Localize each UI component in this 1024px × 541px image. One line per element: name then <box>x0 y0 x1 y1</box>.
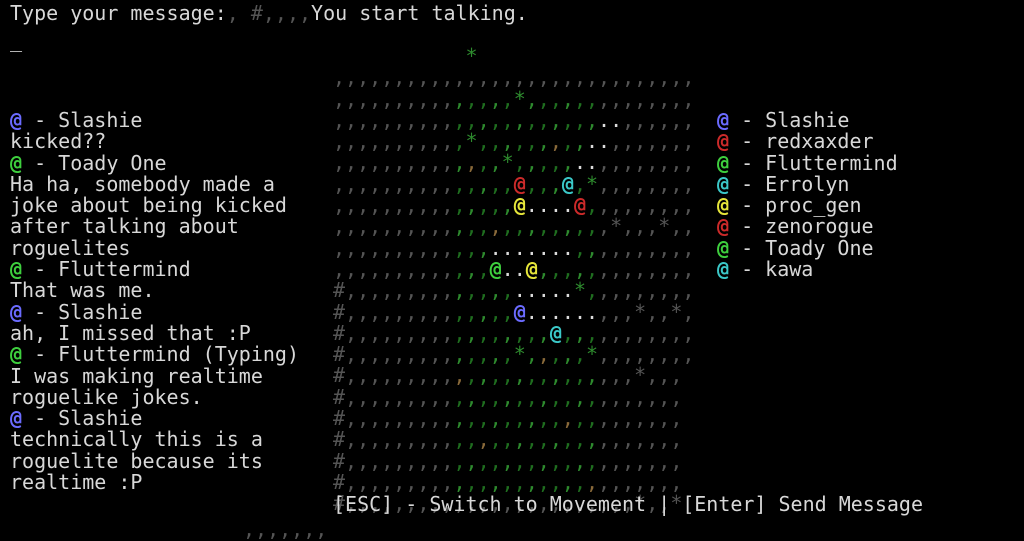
roster-item: @ - proc_gen <box>717 195 898 216</box>
chat-message-line: kicked?? <box>10 131 299 152</box>
chat-author-line: @ - Slashie <box>10 408 299 429</box>
roster-item: @ - redxaxder <box>717 131 898 152</box>
map-row: ,,,,,,,,,,,*,,,,,,,,,..,,,,,,, <box>333 131 694 152</box>
map-row: ,,,,,,,,,,,,,.......,,,,,,,,,, <box>333 237 694 259</box>
chat-author-line: @ - Slashie <box>10 301 299 323</box>
chat-message-line: I was making realtime <box>10 365 299 387</box>
chat-message-line: ah, I missed that :P <box>10 322 299 344</box>
chat-message-line: joke about being kicked <box>10 195 299 216</box>
text-cursor[interactable]: _ <box>10 29 22 51</box>
roster-item: @ - Errolyn <box>717 173 898 195</box>
map-row: #,,,,,,,,,,,,,,,,,,,,,,,,,,,, <box>333 429 694 450</box>
map-row: ,,,,,,,,,,,,,,,*,,,,,,,,,,,,,, <box>333 88 694 110</box>
map-edge-decor: ,,,,,,, <box>243 517 328 541</box>
map-row: #,,,,,,,,,,,,,,,,,@,,,,,,,,,,, <box>333 322 694 344</box>
prompt-label: Type your message: <box>10 1 227 25</box>
chat-author-line: @ - Toady One <box>10 152 299 174</box>
map-row: #,,,,,,,,,,,,,,,,,,,,,,,,,,,, <box>333 471 694 493</box>
game-map: * ,,,,,,,,,,,,,,,,,,,,,,,,,,,,,,,,,,,,,,… <box>333 45 694 515</box>
player-roster: @ - Slashie @ - redxaxder @ - Fluttermind @… <box>717 109 898 282</box>
map-row: ,,,,,,,,,,,,,,,,,,,,,,,,,,,,,, <box>333 67 694 88</box>
map-row: #,,,,,,,,,,,,,,,,,,,,,,,,*,,, <box>333 365 694 386</box>
chat-message-line: roguelite because its <box>10 450 299 472</box>
map-row: #,,,,,,,,,,,,,,,,,,,,,,,,,,,, <box>333 386 694 408</box>
chat-message-line: That was me. <box>10 280 299 301</box>
player-at-icon: @ <box>717 257 730 282</box>
map-row: ,,,,,,,,,,,,,,,@,,,@,*,,,,,,,, <box>333 173 694 195</box>
map-row: ,,,,,,,,,,,,,,,,,,,,,,..,,,,,, <box>333 109 694 131</box>
roster-item: @ - Toady One <box>717 237 898 259</box>
chat-message-line: technically this is a <box>10 429 299 450</box>
status-notice: You start talking. <box>311 1 528 25</box>
map-row: #,,,,,,,,,,,,,,@......,,,*,,*, <box>333 301 694 323</box>
roster-item: @ - kawa <box>717 257 898 282</box>
chat-message-line: realtime :P <box>10 470 299 495</box>
message-prompt[interactable]: Type your message:, #,,,,You start talki… <box>10 1 528 25</box>
chat-author-line: @ - Fluttermind <box>10 258 299 280</box>
roster-item: @ - Fluttermind <box>717 152 898 174</box>
map-row: ,,,,,,,,,,,,,,,@....@,,,,,,,,, <box>333 194 694 216</box>
key-help-bar: [ESC] - Switch to Movement | [Enter] Sen… <box>333 492 924 516</box>
chat-text: realtime :P <box>10 470 143 495</box>
chat-author-line: @ - Slashie <box>10 109 299 131</box>
chat-message-line: roguelites <box>10 237 299 259</box>
map-row: ,,,,,,,,,,,,,,,,,,,,,,,*,,,*,, <box>333 216 694 237</box>
map-row: #,,,,,,,,,,,,,,.....*,,,,,,,,, <box>333 280 694 301</box>
map-row: #,,,,,,,,,,,,,,,,,,,,,,,,,,,, <box>333 407 694 429</box>
map-row: ,,,,,,,,,,,,,,*,,,,,..,,,,,,,, <box>333 152 694 173</box>
prompt-decor: , #,,,, <box>226 1 312 25</box>
map-row: * <box>333 45 694 67</box>
map-row: ,,,,,,,,,,,,,@..@,,,,,,,,,,,,, <box>333 258 694 280</box>
roster-name: - kawa <box>729 257 814 282</box>
roster-item: @ - zenorogue <box>717 216 898 237</box>
roster-item: @ - Slashie <box>717 109 898 131</box>
map-row: #,,,,,,,,,,,,,,,,,,,,,,,,,,,, <box>333 450 694 472</box>
chat-message-line: after talking about <box>10 216 299 237</box>
chat-author-line: @ - Fluttermind (Typing) <box>10 344 299 365</box>
chat-message-line: roguelike jokes. <box>10 386 299 408</box>
chat-message-line: Ha ha, somebody made a <box>10 173 299 195</box>
map-row: #,,,,,,,,,,,,,,*,,,,,*,,,,,,,, <box>333 344 694 365</box>
chat-log: @ - Slashie kicked?? @ - Toady One Ha ha, s… <box>10 109 299 495</box>
map-tile: , <box>682 342 695 367</box>
